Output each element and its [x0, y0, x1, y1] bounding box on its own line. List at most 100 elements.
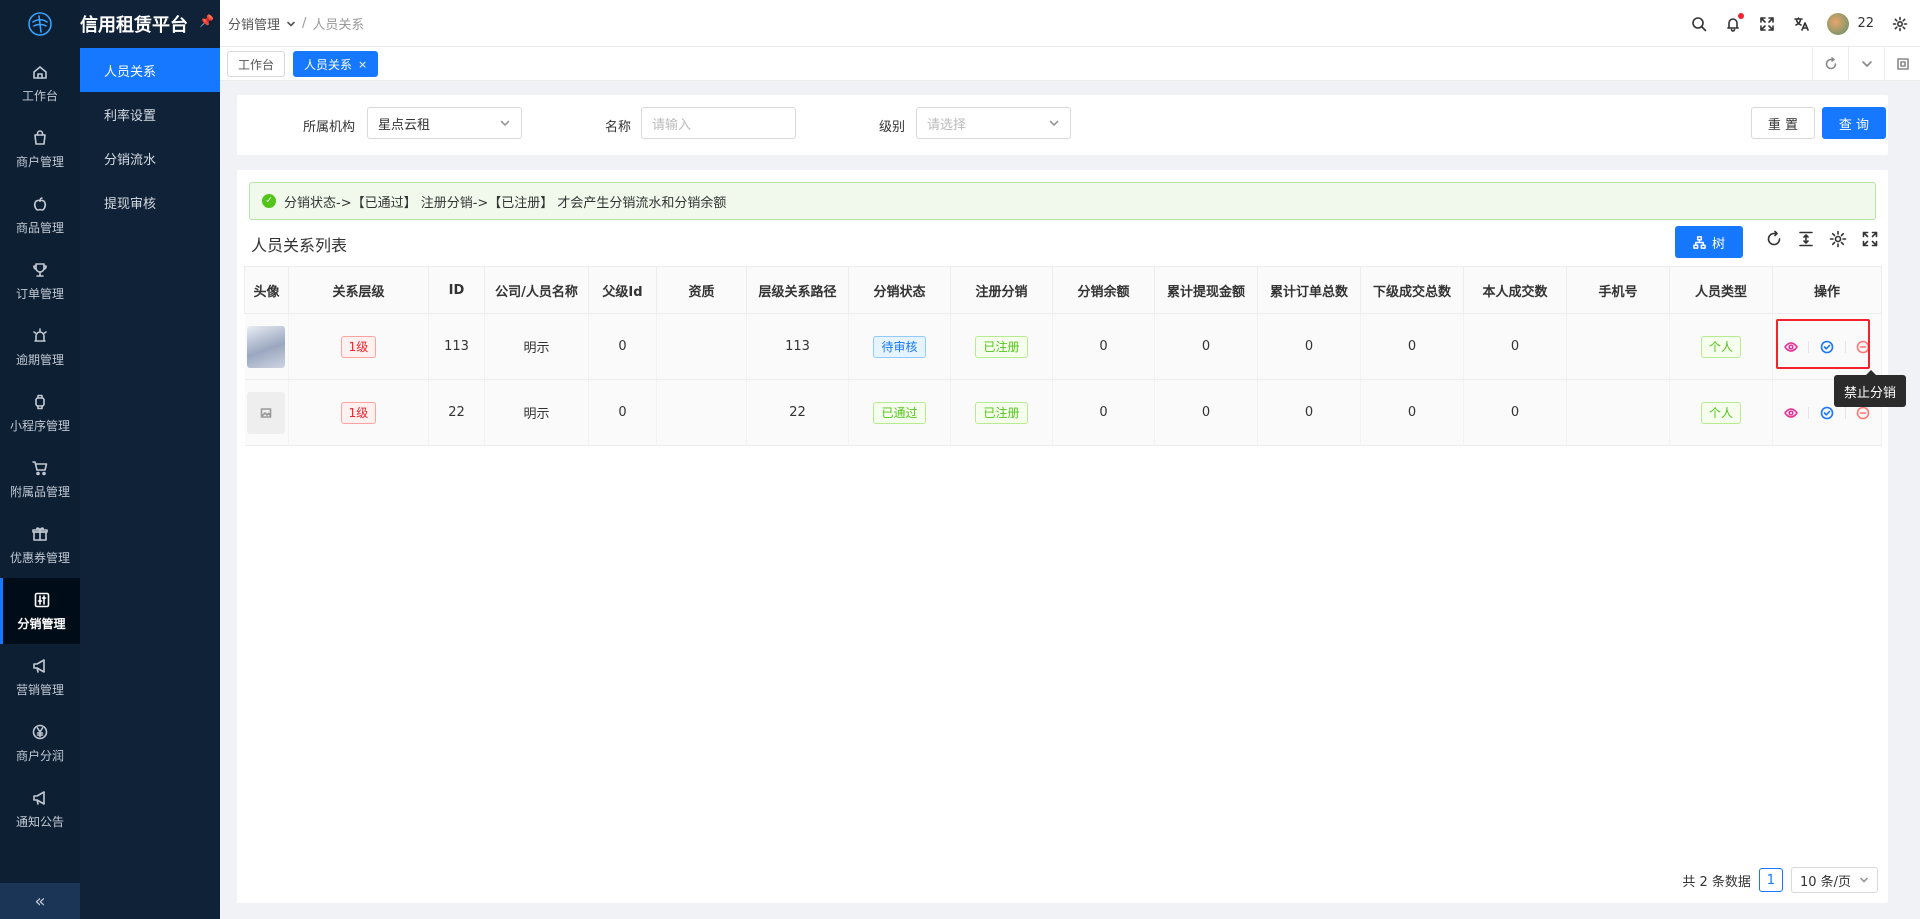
status-badge: 已通过 — [873, 401, 926, 424]
watch-icon — [35, 394, 45, 409]
apple-icon — [33, 196, 47, 211]
level-tag: 1级 — [340, 401, 377, 424]
rail-item-0[interactable]: 工作台 — [0, 50, 80, 116]
status-cell: 已通过 — [848, 379, 951, 446]
close-icon[interactable]: × — [358, 58, 367, 71]
page-size-select[interactable]: 10 条/页 — [1790, 867, 1878, 893]
rail-item-label: 逾期管理 — [15, 352, 64, 367]
sub-menu: 人员关系 利率设置 分销流水 提现审核 — [80, 0, 220, 919]
user-avatar — [1827, 12, 1850, 35]
table-cell: 0 — [1360, 379, 1464, 446]
rail-item-7[interactable]: 优惠券管理 — [0, 512, 80, 578]
column-header: 分销状态 — [848, 266, 951, 314]
app-title: 信用租赁平台 — [80, 15, 188, 36]
image-icon — [260, 407, 272, 418]
column-header: 手机号 — [1566, 266, 1670, 314]
avatar-placeholder — [247, 391, 286, 434]
org-select[interactable]: 星点云租 — [367, 107, 522, 139]
collapse-menu-button[interactable]: « — [0, 883, 80, 919]
table-row[interactable]: 1级 113 明示 0 113 待审核 已注册 0 0 0 0 0 个人 — [244, 313, 1882, 380]
avatar-image[interactable] — [247, 325, 286, 368]
settings-gear-icon[interactable] — [1892, 16, 1908, 32]
sub-menu-item-0[interactable]: 人员关系 — [80, 48, 220, 92]
left-rail: 工作台 商户管理 商品管理 订单管理逾期管理小程序管理附属品管理 优惠券管理 分销管理 营销… — [0, 0, 80, 919]
check-circle-icon — [1820, 406, 1834, 419]
column-header: 关系层级 — [288, 266, 429, 314]
page-button[interactable]: 1 — [1758, 868, 1783, 892]
tree-button-label: 树 — [1711, 236, 1725, 252]
search-button[interactable]: 查 询 — [1822, 107, 1886, 139]
rail-item-4[interactable]: 逾期管理 — [0, 314, 80, 380]
approve-button[interactable] — [1809, 406, 1844, 420]
main-card: ✓ 分销状态->【已通过】 注册分销->【已注册】 才会产生分销流水和分销余额 … — [237, 170, 1888, 903]
settings-gear-icon[interactable] — [1829, 230, 1847, 248]
name-label: 名称 — [605, 120, 632, 135]
refresh-tab-button[interactable] — [1812, 47, 1848, 81]
check-circle-icon: ✓ — [262, 194, 276, 208]
column-header: 下级成交总数 — [1360, 266, 1464, 314]
fullscreen-icon[interactable] — [1861, 230, 1879, 248]
fullscreen-icon[interactable] — [1759, 16, 1775, 32]
tab-personnel[interactable]: 人员关系 × — [293, 51, 379, 77]
level-cell: 1级 — [288, 313, 429, 380]
column-header: 分销余额 — [1052, 266, 1155, 314]
rail-item-10[interactable]: 商户分润 — [0, 710, 80, 776]
tab-tools — [1812, 47, 1920, 81]
trophy-icon — [33, 262, 47, 277]
rail-item-6[interactable]: 附属品管理 — [0, 446, 80, 512]
register-cell: 已注册 — [950, 379, 1053, 446]
table-cell: 明示 — [484, 313, 589, 380]
column-header: 操作 — [1772, 266, 1882, 314]
rail-item-2[interactable]: 商品管理 — [0, 182, 80, 248]
pagination: 共 2 条数据 1 10 条/页 — [1682, 867, 1878, 893]
chevron-down-icon — [287, 21, 295, 26]
rail-item-9[interactable]: 营销管理 — [0, 644, 80, 710]
breadcrumb-parent[interactable]: 分销管理 — [228, 14, 280, 33]
notification-button[interactable] — [1725, 12, 1745, 32]
sub-menu-item-1[interactable]: 利率设置 — [80, 92, 220, 136]
refresh-icon[interactable] — [1765, 230, 1783, 248]
reset-button[interactable]: 重 置 — [1751, 107, 1815, 139]
name-input[interactable]: 请输入 — [641, 107, 796, 139]
top-header: 分销管理 / 人员关系 22 — [220, 0, 1920, 47]
rail-item-1[interactable]: 商户管理 — [0, 116, 80, 182]
table-cell — [656, 313, 747, 380]
tab-dropdown-button[interactable] — [1848, 47, 1884, 81]
table-cell: 0 — [1154, 313, 1258, 380]
name-input-placeholder: 请输入 — [652, 117, 692, 133]
rail-item-3[interactable]: 订单管理 — [0, 248, 80, 314]
column-height-icon[interactable] — [1797, 230, 1815, 248]
rail-item-5[interactable]: 小程序管理 — [0, 380, 80, 446]
tab-workbench[interactable]: 工作台 — [227, 51, 286, 77]
search-icon[interactable] — [1691, 16, 1707, 32]
rail-item-8[interactable]: 分销管理 — [0, 578, 80, 644]
alert-text: 分销状态->【已通过】 注册分销->【已注册】 才会产生分销流水和分销余额 — [284, 195, 727, 211]
table-row[interactable]: 1级 22 明示 0 22 已通过 已注册 0 0 0 0 0 个人 — [244, 379, 1882, 446]
info-alert: ✓ 分销状态->【已通过】 注册分销->【已注册】 才会产生分销流水和分销余额 — [249, 182, 1876, 220]
maximize-tab-button[interactable] — [1884, 47, 1920, 81]
rail-item-label: 小程序管理 — [9, 418, 70, 433]
cart-icon — [32, 460, 48, 475]
disable-distribution-button[interactable] — [1846, 406, 1881, 420]
table-cell: 113 — [746, 313, 849, 380]
minus-circle-icon — [1857, 406, 1870, 419]
avatar-cell — [244, 379, 289, 446]
register-badge: 已注册 — [975, 401, 1028, 424]
rail-menu: 工作台 商户管理 商品管理 订单管理逾期管理小程序管理附属品管理 优惠券管理 分销管理 营销… — [0, 50, 80, 842]
view-button[interactable] — [1773, 406, 1808, 420]
sub-menu-item-2[interactable]: 分销流水 — [80, 136, 220, 180]
type-badge: 个人 — [1700, 335, 1741, 358]
rail-item-11[interactable]: 通知公告 — [0, 776, 80, 842]
translate-icon[interactable] — [1793, 16, 1810, 32]
level-select[interactable]: 请选择 — [916, 107, 1071, 139]
table-body: 1级 113 明示 0 113 待审核 已注册 0 0 0 0 0 个人 1级 22 明示 0 22 已通过 已注册 0… — [244, 313, 1882, 446]
user-menu[interactable]: 22 — [1827, 12, 1874, 35]
table-cell: 0 — [588, 313, 657, 380]
tree-button[interactable]: 树 — [1675, 226, 1743, 258]
chevron-down-icon — [1860, 877, 1868, 883]
type-cell: 个人 — [1669, 379, 1773, 446]
sub-menu-item-3[interactable]: 提现审核 — [80, 180, 220, 224]
app-logo[interactable] — [0, 0, 80, 48]
pin-icon[interactable]: 📌 — [199, 14, 214, 28]
register-badge: 已注册 — [975, 335, 1028, 358]
